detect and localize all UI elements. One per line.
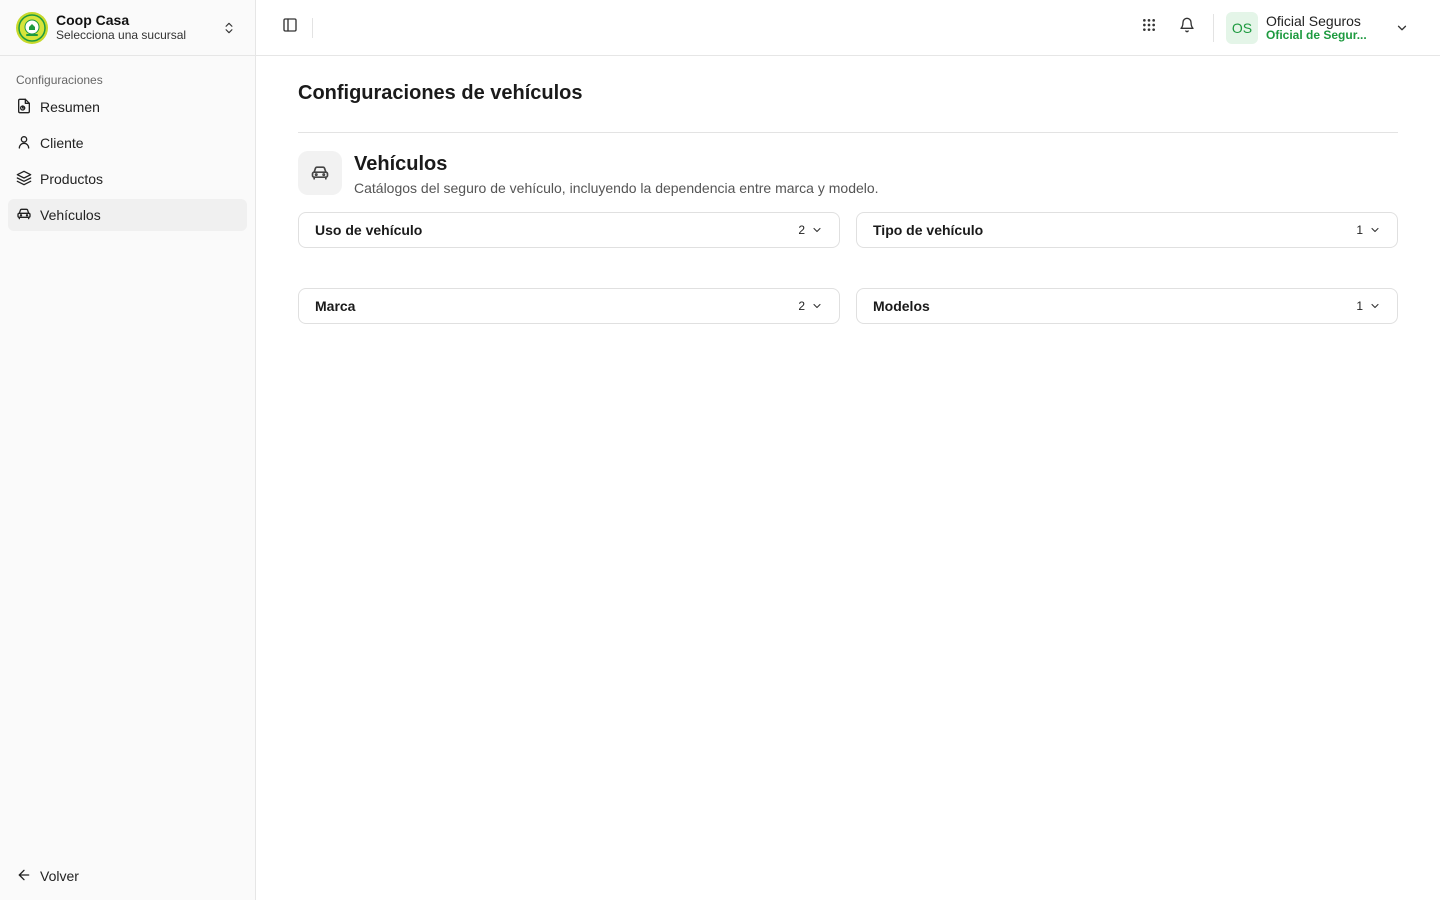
- catalog-tipo-de-vehiculo[interactable]: Tipo de vehículo 1: [856, 212, 1398, 248]
- user-role: Oficial de Segur...: [1266, 28, 1367, 42]
- catalog-count: 1: [1356, 223, 1363, 237]
- grid-dots-icon: [1141, 17, 1157, 38]
- chevron-down-icon: [811, 224, 823, 236]
- file-chart-icon: [16, 98, 32, 117]
- catalog-label: Tipo de vehículo: [873, 222, 984, 238]
- car-icon: [298, 151, 342, 195]
- sidebar-section-label: Configuraciones: [16, 73, 103, 87]
- section-description: Catálogos del seguro de vehículo, incluy…: [354, 180, 879, 196]
- sidebar-item-vehiculos[interactable]: Vehículos: [8, 199, 247, 231]
- chevron-down-icon: [1369, 224, 1381, 236]
- catalog-count: 2: [798, 299, 805, 313]
- back-label: Volver: [40, 868, 79, 884]
- user-menu[interactable]: OS Oficial Seguros Oficial de Segur...: [1226, 11, 1412, 44]
- divider: [298, 132, 1398, 133]
- catalog-count: 2: [798, 223, 805, 237]
- catalog-grid: Uso de vehículo 2 Tipo de vehículo 1 Mar…: [298, 212, 1398, 324]
- brand-name: Coop Casa: [56, 12, 130, 29]
- brand-subtitle: Selecciona una sucursal: [56, 28, 187, 43]
- avatar: OS: [1226, 11, 1258, 44]
- car-icon: [16, 206, 32, 225]
- section-header: Vehículos Catálogos del seguro de vehícu…: [298, 151, 1398, 196]
- chevron-down-icon[interactable]: [1392, 18, 1412, 38]
- sidebar-item-label: Resumen: [40, 99, 100, 115]
- catalog-label: Uso de vehículo: [315, 222, 423, 238]
- section-title: Vehículos: [354, 153, 448, 175]
- sidebar-toggle-button[interactable]: [276, 14, 304, 42]
- page-title: Configuraciones de vehículos: [298, 82, 583, 104]
- catalog-uso-de-vehiculo[interactable]: Uso de vehículo 2: [298, 212, 840, 248]
- user-name: Oficial Seguros: [1266, 12, 1361, 29]
- sidebar-item-resumen[interactable]: Resumen: [8, 91, 247, 123]
- sidebar-nav: Resumen Cliente Productos Vehículos: [0, 91, 255, 231]
- apps-button[interactable]: [1135, 14, 1163, 42]
- catalog-label: Marca: [315, 298, 356, 314]
- notifications-button[interactable]: [1173, 14, 1201, 42]
- main-content: Configuraciones de vehículos Vehículos C…: [298, 56, 1398, 324]
- sidebar-item-label: Cliente: [40, 135, 84, 151]
- catalog-label: Modelos: [873, 298, 930, 314]
- topbar: OS Oficial Seguros Oficial de Segur...: [256, 0, 1440, 56]
- chevron-down-icon: [1369, 300, 1381, 312]
- catalog-count: 1: [1356, 299, 1363, 313]
- divider: [1213, 13, 1214, 42]
- branch-switcher[interactable]: Coop Casa Selecciona una sucursal: [0, 0, 255, 56]
- arrow-left-icon: [16, 867, 32, 886]
- layers-icon: [16, 170, 32, 189]
- sidebar-item-label: Vehículos: [40, 207, 101, 223]
- divider: [312, 17, 313, 38]
- catalog-marca[interactable]: Marca 2: [298, 288, 840, 324]
- chevrons-up-down-icon[interactable]: [219, 18, 239, 38]
- bell-icon: [1179, 17, 1195, 38]
- panel-left-icon: [282, 17, 298, 38]
- back-button[interactable]: Volver: [8, 860, 247, 892]
- catalog-modelos[interactable]: Modelos 1: [856, 288, 1398, 324]
- chevron-down-icon: [811, 300, 823, 312]
- coop-casa-logo: [16, 11, 48, 44]
- sidebar: Coop Casa Selecciona una sucursal Config…: [0, 0, 256, 900]
- sidebar-item-cliente[interactable]: Cliente: [8, 127, 247, 159]
- sidebar-item-label: Productos: [40, 171, 104, 187]
- user-icon: [16, 134, 32, 153]
- sidebar-item-productos[interactable]: Productos: [8, 163, 247, 195]
